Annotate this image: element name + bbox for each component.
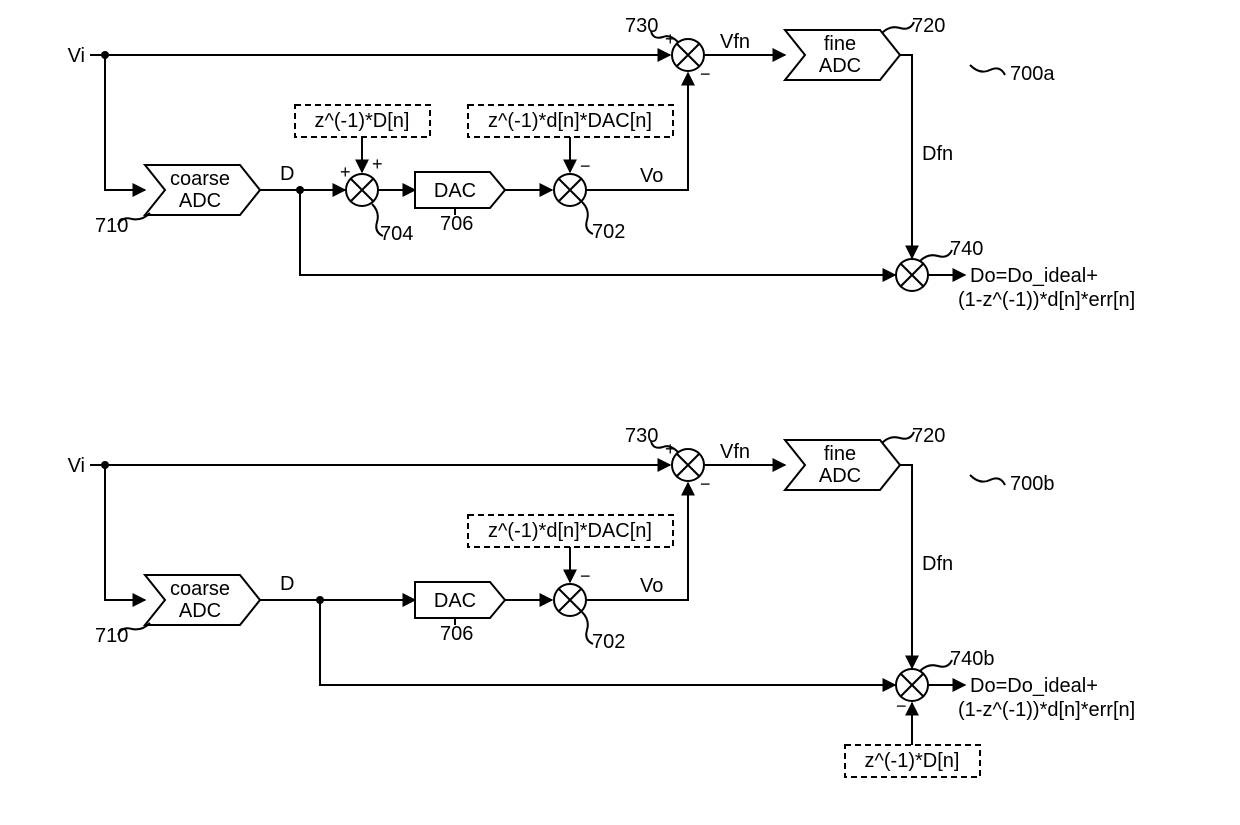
summer-704 [346, 174, 378, 206]
label-dfn-a: Dfn [922, 143, 953, 165]
ref-700a: 700a [1010, 63, 1055, 85]
inj-702-a: z^(-1)*d[n]*DAC[n] [468, 105, 673, 137]
fine-adc-text1-a: fine [824, 33, 856, 55]
ref-704: 704 [380, 223, 413, 245]
label-do-line2-b: (1-z^(-1))*d[n]*err[n] [958, 699, 1135, 721]
sign-plus-left-704: + [340, 162, 351, 182]
ref-720-a: 720 [912, 15, 945, 37]
wire-fine-to-740b [900, 465, 912, 668]
block-fine-adc-b: fine ADC [785, 440, 900, 490]
summer-740 [896, 259, 928, 291]
ref-740: 740 [950, 238, 983, 260]
inj-702-b: z^(-1)*d[n]*DAC[n] [468, 515, 673, 547]
label-vfn-a: Vfn [720, 31, 750, 53]
label-dfn-b: Dfn [922, 553, 953, 575]
ref-706-a: 706 [440, 213, 473, 235]
ref-702-a: 702 [592, 221, 625, 243]
inj-704: z^(-1)*D[n] [295, 105, 430, 137]
label-vfn-b: Vfn [720, 441, 750, 463]
ref-710-b: 710 [95, 625, 128, 647]
sign-minus-730-a: − [700, 64, 711, 84]
label-d-a: D [280, 163, 294, 185]
block-coarse-adc-a: coarse ADC [145, 165, 260, 215]
summer-702-a [554, 174, 586, 206]
coarse-adc-text1-b: coarse [170, 578, 230, 600]
block-dac-b: DAC [415, 582, 505, 618]
label-vi-a: Vi [68, 45, 85, 67]
inj-740b-text: z^(-1)*D[n] [865, 750, 960, 772]
label-d-b: D [280, 573, 294, 595]
summer-702-b [554, 584, 586, 616]
block-dac-a: DAC [415, 172, 505, 208]
label-vo-a: Vo [640, 165, 663, 187]
inj-740b: z^(-1)*D[n] [845, 745, 980, 777]
ref-720-b: 720 [912, 425, 945, 447]
ref-710-a: 710 [95, 215, 128, 237]
inj-702-text-a: z^(-1)*d[n]*DAC[n] [488, 110, 652, 132]
ref-706-b: 706 [440, 623, 473, 645]
wire-fine-to-740-a [900, 55, 912, 258]
dac-text-a: DAC [434, 180, 476, 202]
dac-text-b: DAC [434, 590, 476, 612]
coarse-adc-text2-b: ADC [179, 600, 221, 622]
ref-700b: 700b [1010, 473, 1055, 495]
ref-730-a: 730 [625, 15, 658, 37]
label-do-line1-b: Do=Do_ideal+ [970, 675, 1098, 697]
coarse-adc-text1-a: coarse [170, 168, 230, 190]
sign-minus-702-a: − [580, 156, 591, 176]
ref-730-b: 730 [625, 425, 658, 447]
fine-adc-text2-a: ADC [819, 55, 861, 77]
ref-740b: 740b [950, 648, 995, 670]
inj-704-text: z^(-1)*D[n] [315, 110, 410, 132]
diagram-700b: 700b Vi coarse ADC 710 D DAC 706 [68, 425, 1136, 777]
inj-702-text-b: z^(-1)*d[n]*DAC[n] [488, 520, 652, 542]
label-vo-b: Vo [640, 575, 663, 597]
fine-adc-text1-b: fine [824, 443, 856, 465]
block-coarse-adc-b: coarse ADC [145, 575, 260, 625]
diagram-700a: 700a Vi coarse ADC 710 D + + [68, 15, 1136, 311]
wire-vi-to-coarse-a [105, 55, 145, 190]
fine-adc-text2-b: ADC [819, 465, 861, 487]
label-vi-b: Vi [68, 455, 85, 477]
sign-minus-740b: − [896, 696, 907, 716]
ref-702-b: 702 [592, 631, 625, 653]
diagram-canvas: 700a Vi coarse ADC 710 D + + [0, 0, 1240, 825]
label-do-line2-a: (1-z^(-1))*d[n]*err[n] [958, 289, 1135, 311]
sign-minus-730-b: − [700, 474, 711, 494]
block-fine-adc-a: fine ADC [785, 30, 900, 80]
sign-plus-top-704: + [372, 154, 383, 174]
sign-minus-702-b: − [580, 566, 591, 586]
wire-vi-to-coarse-b [105, 465, 145, 600]
coarse-adc-text2-a: ADC [179, 190, 221, 212]
label-do-line1-a: Do=Do_ideal+ [970, 265, 1098, 287]
